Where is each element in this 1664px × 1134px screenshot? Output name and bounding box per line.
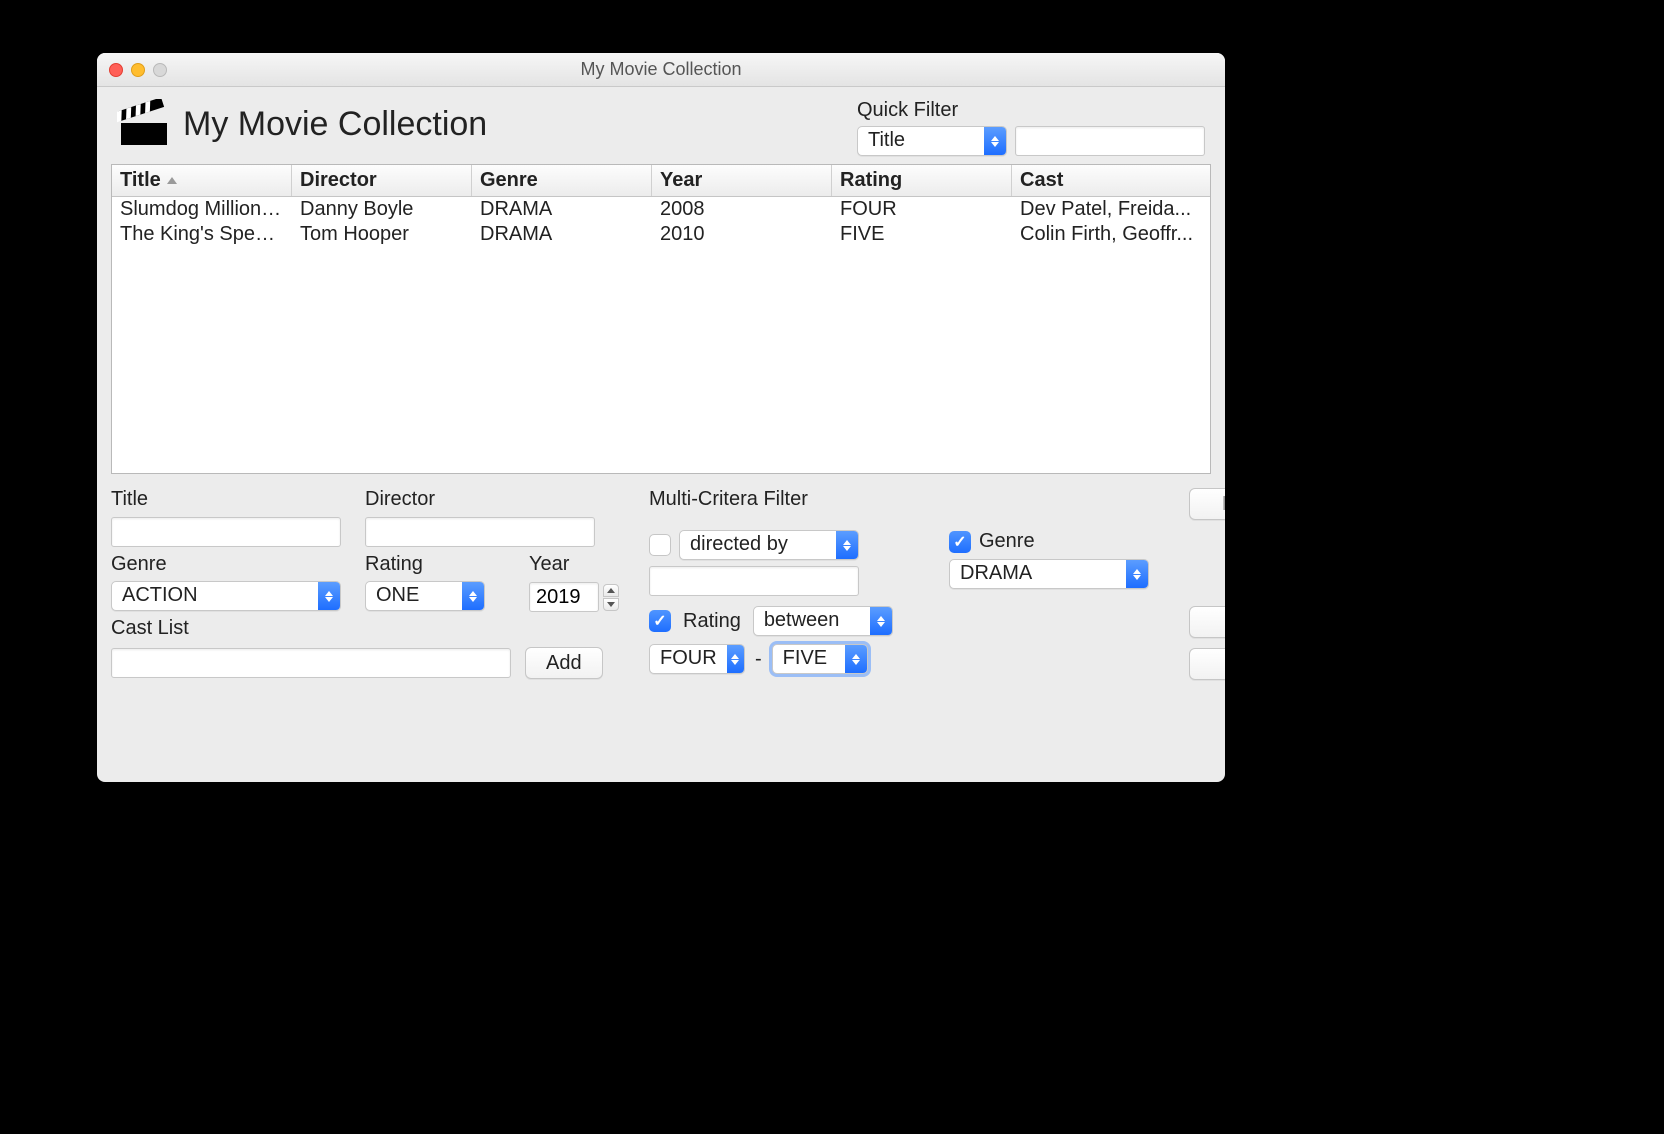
- column-header-rating[interactable]: Rating: [832, 165, 1012, 196]
- window-title: My Movie Collection: [97, 59, 1225, 80]
- chevron-updown-icon: [984, 127, 1006, 155]
- column-header-genre[interactable]: Genre: [472, 165, 652, 196]
- rating-label: Rating: [365, 553, 515, 578]
- remove-button[interactable]: Remove: [1189, 488, 1225, 520]
- genre-filter-label: Genre: [979, 530, 1035, 553]
- rating-mode-select[interactable]: between: [753, 606, 893, 636]
- chevron-updown-icon: [845, 645, 867, 673]
- window: My Movie Collection: [97, 53, 1225, 782]
- directed-by-input[interactable]: [649, 566, 859, 596]
- cast-list-label: Cast List: [111, 617, 639, 642]
- table-row[interactable]: Slumdog Millionaire Danny Boyle DRAMA 20…: [112, 197, 1210, 222]
- column-header-title[interactable]: Title: [112, 165, 292, 196]
- title-label: Title: [111, 488, 351, 513]
- genre-label: Genre: [111, 553, 351, 578]
- clapperboard-icon: [117, 99, 171, 149]
- year-step-down[interactable]: [603, 598, 619, 611]
- director-input[interactable]: [365, 517, 595, 547]
- director-label: Director: [365, 488, 639, 513]
- year-stepper: [529, 581, 639, 613]
- return-button[interactable]: Return: [1189, 648, 1225, 680]
- directed-by-select[interactable]: directed by: [679, 530, 859, 560]
- sort-asc-icon: [167, 177, 177, 184]
- quick-filter-select[interactable]: Title: [857, 126, 1007, 156]
- chevron-updown-icon: [462, 582, 484, 610]
- add-button[interactable]: Add: [525, 647, 603, 679]
- table-row[interactable]: The King's Speech Tom Hooper DRAMA 2010 …: [112, 222, 1210, 247]
- column-header-cast[interactable]: Cast: [1012, 165, 1210, 196]
- directed-by-checkbox[interactable]: [649, 534, 671, 556]
- movies-table[interactable]: Title Director Genre Year Rating Cast Sl…: [111, 164, 1211, 474]
- chevron-updown-icon: [318, 582, 340, 610]
- quick-filter-select-value: Title: [858, 127, 984, 155]
- rating-filter-label: Rating: [683, 610, 741, 633]
- quick-filter-label: Quick Filter: [857, 99, 1205, 122]
- search-button[interactable]: Search: [1189, 606, 1225, 638]
- rating-to-select[interactable]: FIVE: [772, 644, 868, 674]
- title-input[interactable]: [111, 517, 341, 547]
- year-label: Year: [529, 553, 639, 578]
- rating-from-select[interactable]: FOUR: [649, 644, 745, 674]
- column-header-director[interactable]: Director: [292, 165, 472, 196]
- genre-filter-checkbox[interactable]: [949, 531, 971, 553]
- chevron-updown-icon: [836, 531, 858, 559]
- chevron-updown-icon: [727, 645, 744, 673]
- genre-filter-select[interactable]: DRAMA: [949, 559, 1149, 589]
- genre-select[interactable]: ACTION: [111, 581, 341, 611]
- close-button[interactable]: [109, 63, 123, 77]
- chevron-updown-icon: [870, 607, 892, 635]
- minimize-button[interactable]: [131, 63, 145, 77]
- cast-list-input[interactable]: [111, 648, 511, 678]
- quick-filter-input[interactable]: [1015, 126, 1205, 156]
- multi-criteria-filter-label: Multi-Critera Filter: [649, 488, 1169, 511]
- maximize-button[interactable]: [153, 63, 167, 77]
- column-header-year[interactable]: Year: [652, 165, 832, 196]
- year-step-up[interactable]: [603, 584, 619, 597]
- app-title: My Movie Collection: [183, 105, 487, 144]
- chevron-updown-icon: [1126, 560, 1148, 588]
- rating-filter-checkbox[interactable]: [649, 610, 671, 632]
- year-input[interactable]: [529, 582, 599, 612]
- titlebar: My Movie Collection: [97, 53, 1225, 87]
- rating-select[interactable]: ONE: [365, 581, 485, 611]
- range-dash: -: [755, 648, 762, 671]
